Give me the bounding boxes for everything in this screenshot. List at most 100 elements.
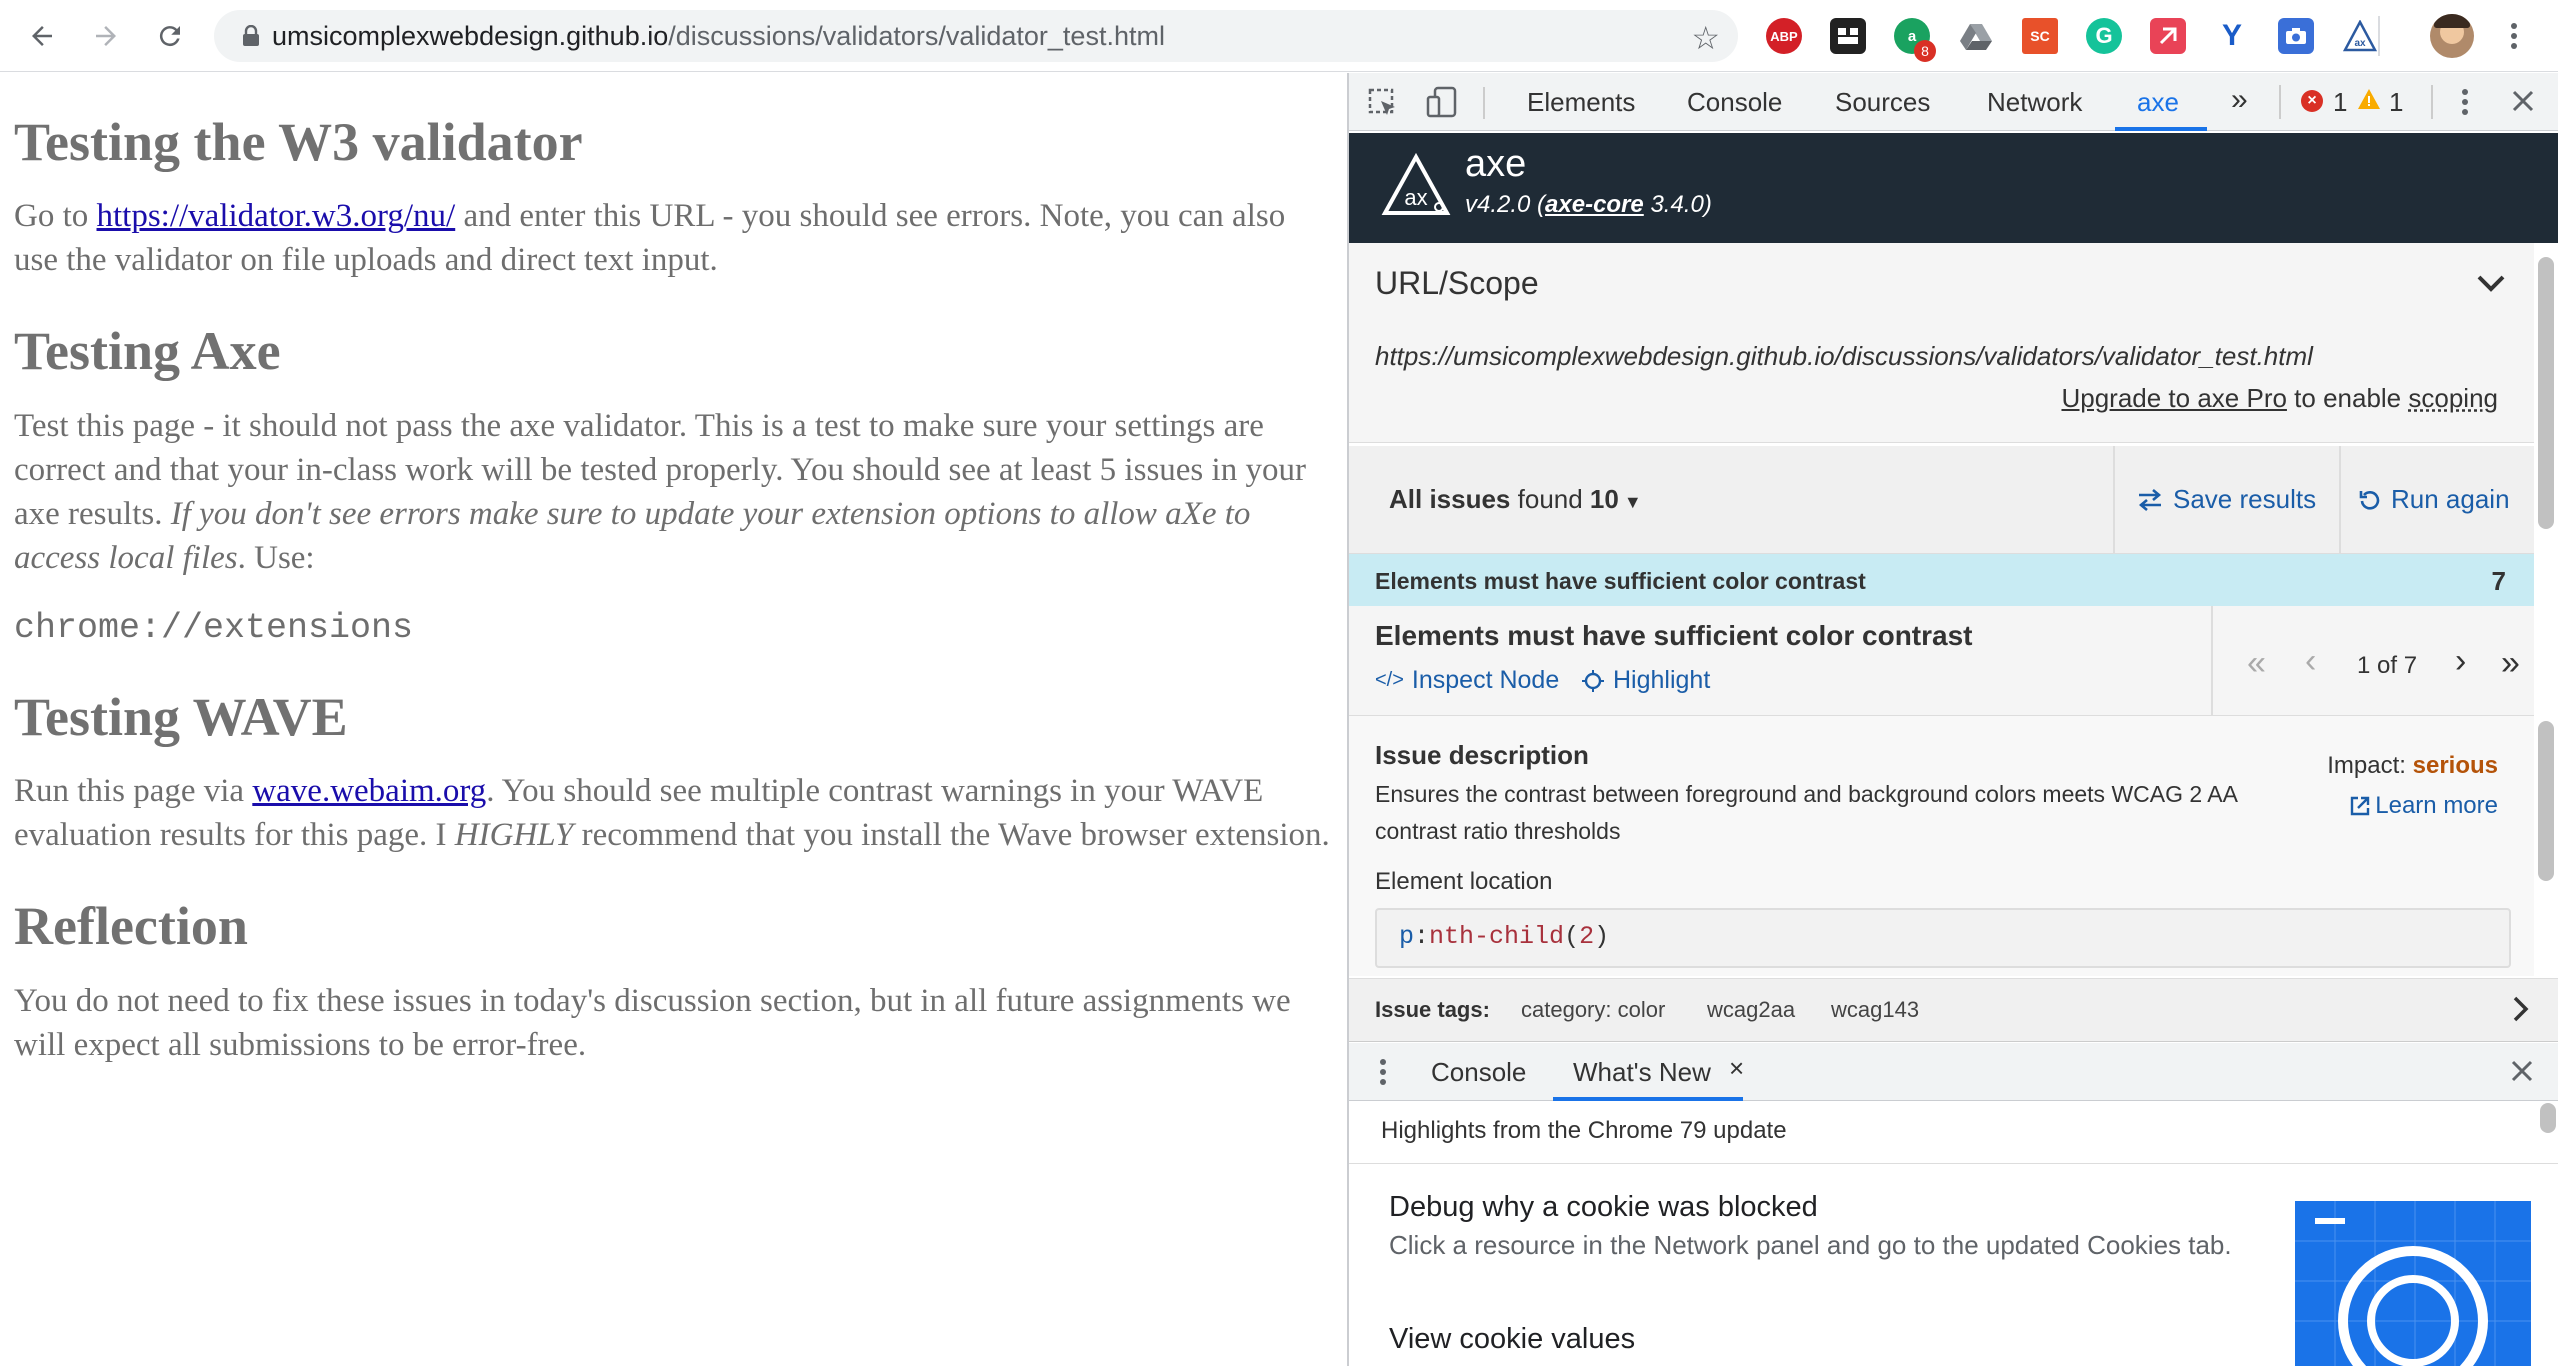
v-extension-icon[interactable]: Y bbox=[2214, 18, 2250, 54]
impact: Impact: serious bbox=[2327, 752, 2498, 780]
back-button[interactable] bbox=[20, 14, 64, 58]
scope-title: URL/Scope bbox=[1375, 265, 1539, 302]
divider bbox=[1349, 1163, 2558, 1164]
tab-separator bbox=[1483, 87, 1485, 119]
drawer-tab-whats-new[interactable]: What's New bbox=[1573, 1057, 1711, 1088]
divider bbox=[2113, 446, 2115, 554]
warning-count[interactable]: 1 bbox=[2389, 87, 2403, 118]
paragraph-axe: Test this page - it should not pass the … bbox=[14, 404, 1333, 580]
drawer-menu-icon[interactable] bbox=[1379, 1057, 1387, 1094]
device-toolbar-icon[interactable] bbox=[1425, 85, 1459, 126]
paragraph-reflection: You do not need to fix these issues in t… bbox=[14, 979, 1333, 1067]
adblock-plus-icon[interactable]: ABP bbox=[1766, 18, 1802, 54]
highlight-button[interactable]: Highlight bbox=[1581, 666, 1710, 695]
last-page-icon[interactable]: » bbox=[2501, 644, 2520, 683]
scope-url: https://umsicomplexwebdesign.github.io/d… bbox=[1375, 341, 2313, 372]
axe-extension-icon[interactable]: ax bbox=[2342, 18, 2378, 54]
forward-button[interactable] bbox=[84, 14, 128, 58]
bookmark-star-icon[interactable]: ☆ bbox=[1691, 19, 1720, 57]
whats-new-thumbnail[interactable] bbox=[2295, 1201, 2531, 1366]
axe-core-link[interactable]: axe-core bbox=[1545, 191, 1644, 218]
highlights-text: Highlights from the Chrome 79 update bbox=[1381, 1117, 1787, 1145]
validator-link[interactable]: https://validator.w3.org/nu/ bbox=[97, 198, 456, 234]
url-path: /discussions/validators/validator_test.h… bbox=[668, 21, 1165, 51]
url-scope-section: URL/Scope https://umsicomplexwebdesign.g… bbox=[1349, 243, 2534, 443]
next-page-icon[interactable]: › bbox=[2455, 642, 2466, 681]
save-results-button[interactable]: Save results bbox=[2137, 484, 2316, 515]
chrome-menu-icon[interactable] bbox=[2492, 14, 2536, 58]
paragraph-text: . Use: bbox=[238, 540, 315, 576]
tag-item: wcag2aa bbox=[1707, 997, 1795, 1023]
inspect-element-icon[interactable] bbox=[1367, 87, 1399, 126]
tab-sources[interactable]: Sources bbox=[1835, 87, 1930, 118]
more-tabs-button[interactable]: » bbox=[2231, 83, 2248, 117]
whats-new-scrollbar[interactable] bbox=[2540, 1103, 2556, 1133]
element-selector-box[interactable]: p:nth-child(2) bbox=[1375, 908, 2511, 968]
learn-more-label: Learn more bbox=[2375, 792, 2498, 820]
issue-description: Ensures the contrast between foreground … bbox=[1375, 776, 2295, 850]
whats-new-item-title[interactable]: View cookie values bbox=[1389, 1323, 1635, 1356]
drive-icon[interactable] bbox=[1958, 18, 1994, 54]
reload-button[interactable] bbox=[148, 14, 192, 58]
screenshot-camera-icon[interactable] bbox=[2278, 18, 2314, 54]
version-text: v4.2.0 ( bbox=[1465, 191, 1545, 218]
devtools-panel: Elements Console Sources Network axe » ×… bbox=[1347, 73, 2558, 1366]
whats-new-item-title[interactable]: Debug why a cookie was blocked bbox=[1389, 1191, 1818, 1224]
issue-tags-row: Issue tags: category: color wcag2aa wcag… bbox=[1349, 978, 2558, 1042]
tab-elements[interactable]: Elements bbox=[1527, 87, 1635, 118]
issue-count: 10 bbox=[1590, 484, 1619, 514]
found-text: found bbox=[1510, 484, 1590, 514]
external-link-icon bbox=[2349, 795, 2371, 817]
selector-paren: ( bbox=[1564, 922, 1579, 951]
paragraph-validator: Go to https://validator.w3.org/nu/ and e… bbox=[14, 194, 1333, 282]
axe-logo-icon: ax bbox=[1381, 153, 1451, 222]
url-domain: umsicomplexwebdesign.github.io bbox=[272, 21, 668, 51]
selector-paren: ) bbox=[1594, 922, 1609, 951]
close-drawer-icon[interactable] bbox=[2508, 1057, 2536, 1092]
category-label: Elements must have sufficient color cont… bbox=[1375, 568, 1866, 595]
tab-network[interactable]: Network bbox=[1987, 87, 2082, 118]
inspect-node-button[interactable]: </> Inspect Node bbox=[1375, 666, 1559, 695]
impact-label: Impact: bbox=[2327, 752, 2412, 779]
chevron-right-icon[interactable] bbox=[2512, 995, 2530, 1029]
heading-wave: Testing WAVE bbox=[14, 688, 1333, 747]
devtools-tabbar: Elements Console Sources Network axe » ×… bbox=[1349, 73, 2558, 131]
sc-extension-icon[interactable]: SC bbox=[2022, 18, 2058, 54]
tab-extension-icon[interactable] bbox=[1830, 18, 1866, 54]
first-page-icon[interactable]: « bbox=[2247, 644, 2266, 683]
prev-page-icon[interactable]: ‹ bbox=[2305, 642, 2316, 681]
scope-scrollbar[interactable] bbox=[2538, 257, 2554, 529]
details-scrollbar[interactable] bbox=[2538, 721, 2554, 881]
grammarly-icon[interactable]: G bbox=[2086, 18, 2122, 54]
warning-icon[interactable] bbox=[2357, 87, 2381, 118]
inspect-node-label: Inspect Node bbox=[1412, 666, 1559, 695]
caret-down-icon: ▼ bbox=[1619, 492, 1642, 512]
issue-category-row[interactable]: Elements must have sufficient color cont… bbox=[1349, 554, 2534, 606]
issues-filter[interactable]: All issues found 10 ▼ bbox=[1389, 484, 1642, 515]
drawer-tabbar: Console What's New × bbox=[1349, 1043, 2558, 1101]
upgrade-link[interactable]: Upgrade to axe Pro bbox=[2061, 383, 2286, 413]
run-again-button[interactable]: Run again bbox=[2359, 484, 2510, 515]
chevron-down-icon[interactable] bbox=[2476, 273, 2506, 298]
devtools-menu-icon[interactable] bbox=[2461, 87, 2469, 124]
tab-axe[interactable]: axe bbox=[2137, 87, 2179, 118]
tab-console[interactable]: Console bbox=[1687, 87, 1782, 118]
heading-reflection: Reflection bbox=[14, 897, 1333, 956]
address-bar[interactable]: umsicomplexwebdesign.github.io/discussio… bbox=[214, 10, 1738, 62]
close-tab-icon[interactable]: × bbox=[1729, 1053, 1744, 1084]
wave-link[interactable]: wave.webaim.org bbox=[252, 773, 486, 809]
error-icon[interactable]: × bbox=[2301, 90, 2323, 112]
drawer-tab-console[interactable]: Console bbox=[1431, 1057, 1526, 1088]
heading-axe: Testing Axe bbox=[14, 322, 1333, 381]
close-devtools-icon[interactable] bbox=[2509, 87, 2537, 122]
whats-new-panel: Highlights from the Chrome 79 update Deb… bbox=[1349, 1101, 2558, 1366]
error-count[interactable]: 1 bbox=[2333, 87, 2347, 118]
tags-label: Issue tags: bbox=[1375, 997, 1490, 1023]
scoping-link[interactable]: scoping bbox=[2408, 383, 2498, 413]
profile-avatar[interactable] bbox=[2430, 14, 2474, 58]
fitness-extension-icon[interactable] bbox=[2150, 18, 2186, 54]
learn-more-link[interactable]: Learn more bbox=[2349, 792, 2498, 820]
selector-tag: p bbox=[1399, 922, 1414, 951]
selector-function: nth-child bbox=[1429, 922, 1564, 951]
issue-title: Elements must have sufficient color cont… bbox=[1375, 620, 1973, 652]
